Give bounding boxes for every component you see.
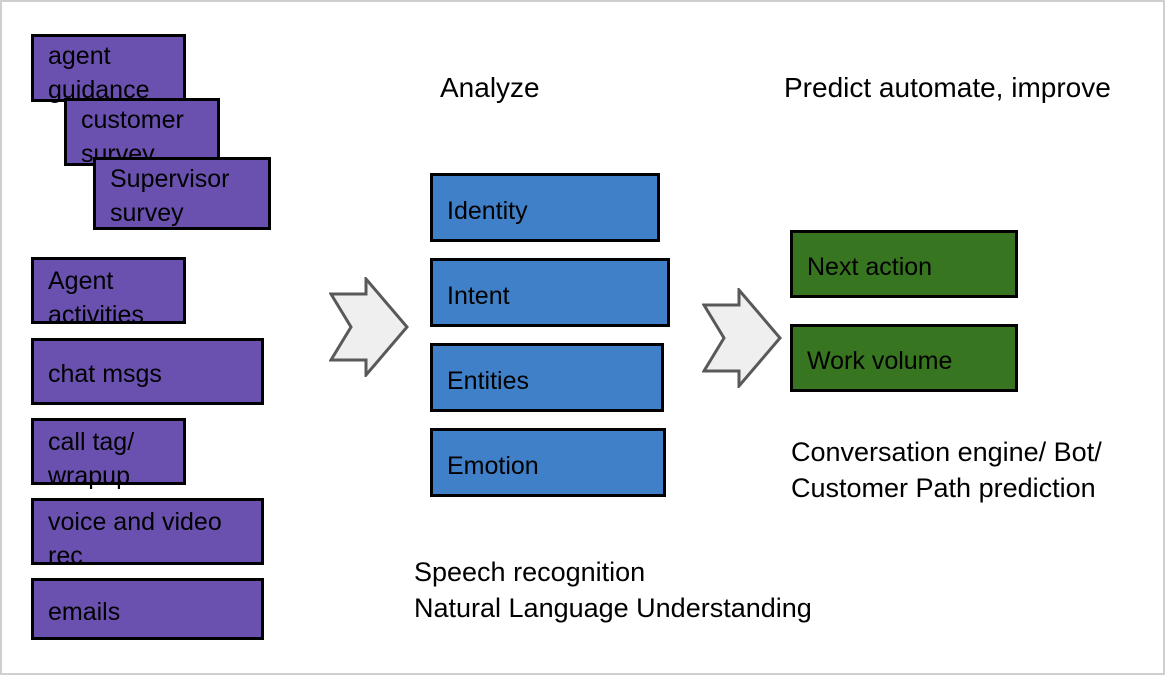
- source-box-agent-activities[interactable]: Agent activities: [31, 257, 186, 329]
- predict-box-next-action[interactable]: Next action: [790, 230, 1018, 298]
- arrow-sources-to-analyze: [329, 277, 409, 377]
- analyze-caption: Speech recognition Natural Language Unde…: [414, 557, 812, 623]
- source-box-agent-guidance[interactable]: agent guidance: [31, 34, 186, 104]
- source-box-call-tag-wrapup[interactable]: call tag/ wrapup: [31, 418, 186, 490]
- predict-caption: Conversation engine/ Bot/ Customer Path …: [791, 437, 1102, 503]
- arrow-analyze-to-predict: [702, 288, 782, 388]
- analyze-box-intent[interactable]: Intent: [430, 258, 670, 327]
- diagram-stage: agent guidance customer survey Superviso…: [2, 2, 1163, 673]
- diagram-canvas: agent guidance customer survey Superviso…: [0, 0, 1165, 675]
- header-analyze: Analyze: [440, 72, 540, 103]
- source-box-supervisor-survey[interactable]: Supervisor survey: [93, 157, 271, 230]
- analyze-box-identity[interactable]: Identity: [430, 173, 660, 242]
- analyze-box-emotion[interactable]: Emotion: [430, 428, 666, 497]
- header-predict: Predict automate, improve: [784, 72, 1111, 103]
- source-box-emails[interactable]: emails: [31, 578, 264, 640]
- predict-box-work-volume[interactable]: Work volume: [790, 324, 1018, 392]
- analyze-box-entities[interactable]: Entities: [430, 343, 664, 412]
- source-box-chat-msgs[interactable]: chat msgs: [31, 338, 264, 405]
- source-box-customer-survey[interactable]: customer survey: [64, 98, 220, 168]
- source-box-voice-and-video-rec[interactable]: voice and video rec: [31, 498, 264, 570]
